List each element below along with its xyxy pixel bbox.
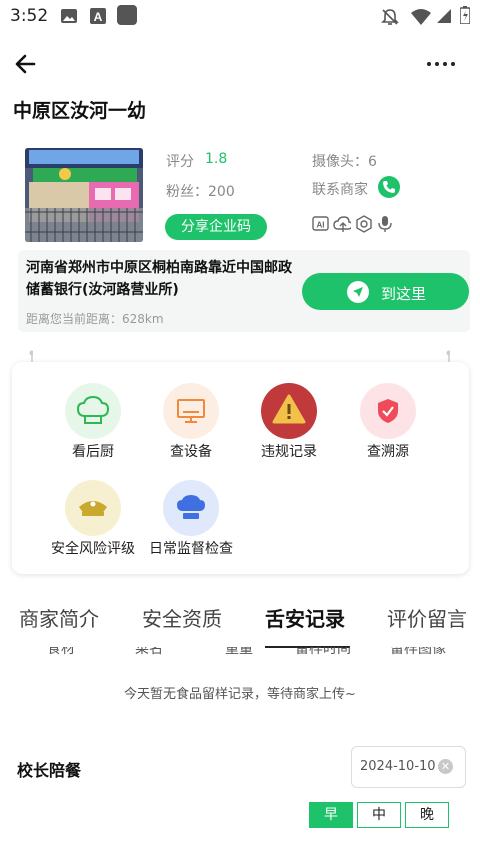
grid-item-risk-rating[interactable]: 安全风险评级 [48, 480, 138, 558]
grid-item-daily-inspection[interactable]: 日常监督检查 [146, 480, 236, 558]
grid-item-label: 日常监督检查 [149, 541, 233, 557]
grid-item-label: 看后厨 [72, 444, 114, 460]
clear-date-icon[interactable]: ✕ [438, 759, 453, 774]
notifications-off-icon [381, 9, 399, 25]
tab-reviews[interactable]: 评价留言 [387, 603, 467, 632]
meal-dinner-button[interactable]: 晚 [405, 802, 449, 828]
tab-merchant-intro[interactable]: 商家简介 [19, 603, 99, 632]
back-button[interactable] [12, 50, 44, 78]
monitor-icon [163, 383, 219, 439]
navigation-arrow-icon [347, 281, 369, 303]
rating-value: 1.8 [205, 151, 228, 167]
page-title: 中原区汝河一幼 [13, 100, 147, 122]
rating-label: 评分 [166, 154, 194, 170]
camera-hexagon-icon [356, 215, 372, 233]
distance-text: 距离您当前距离：628km [26, 312, 164, 326]
meal-lunch-button[interactable]: 中 [357, 802, 401, 828]
tab-safety-qualifications[interactable]: 安全资质 [142, 603, 222, 632]
navigate-here-label: 到这里 [381, 285, 427, 303]
share-enterprise-code-button[interactable]: 分享企业码 [165, 214, 267, 240]
storefront-image [25, 148, 143, 242]
grid-item-kitchen[interactable]: 看后厨 [48, 383, 138, 461]
app-square-icon [117, 5, 137, 25]
address-text: 河南省郑州市中原区桐柏南路靠近中国邮政储蓄银行(汝河路营业所) [26, 260, 292, 298]
empty-state-message: 今天暂无食品留样记录，等待商家上传~ [124, 687, 356, 702]
arrow-left-icon [15, 54, 36, 74]
gallery-icon [61, 9, 77, 23]
battery-icon [460, 6, 470, 24]
column-header: 菜名 [135, 647, 163, 657]
column-header: 重量 [225, 647, 253, 657]
grid-item-traceability[interactable]: 查溯源 [343, 383, 433, 461]
section-title: 校长陪餐 [17, 761, 82, 780]
column-header: 留样时间 [295, 647, 351, 657]
grid-item-label: 查设备 [170, 444, 212, 460]
fans-count: 粉丝：200 [166, 184, 235, 200]
contact-merchant-label: 联系商家 [312, 182, 368, 198]
ai-icon: AI [312, 216, 329, 231]
svg-text:A: A [94, 10, 103, 24]
grid-item-devices[interactable]: 查设备 [146, 383, 236, 461]
grid-item-label: 违规记录 [261, 444, 317, 460]
meal-breakfast-button[interactable]: 早 [309, 802, 353, 828]
more-options-button[interactable] [423, 52, 459, 76]
call-merchant-button[interactable] [378, 176, 400, 198]
chef-hat-icon [65, 383, 121, 439]
microphone-icon [378, 216, 392, 232]
sample-table-header: 食材 菜名 重量 留样时间 留样图像 [0, 647, 480, 657]
tab-safety-records[interactable]: 舌安记录 [265, 603, 345, 632]
police-cap-icon [65, 480, 121, 536]
wifi-icon [411, 9, 431, 25]
cloud-upload-icon [333, 216, 351, 232]
grid-item-violations[interactable]: 违规记录 [244, 383, 334, 461]
phone-icon [383, 181, 395, 193]
grid-item-label: 安全风险评级 [51, 541, 135, 557]
camera-count: 摄像头：6 [312, 154, 377, 170]
svg-text:AI: AI [317, 221, 325, 230]
warning-icon [261, 383, 317, 439]
store-photo[interactable] [25, 148, 143, 242]
chef-hat-blue-icon [163, 480, 219, 536]
text-a-icon: A [90, 8, 106, 24]
more-horizontal-icon [427, 62, 455, 66]
column-header: 食材 [47, 647, 75, 657]
date-value: 2024-10-10 [360, 759, 436, 774]
signal-icon [437, 9, 451, 23]
status-time: 3:52 [10, 6, 49, 26]
status-bar: 3:52 A [0, 0, 480, 32]
column-header: 留样图像 [390, 647, 446, 657]
shield-check-icon [360, 383, 416, 439]
grid-item-label: 查溯源 [367, 444, 409, 460]
